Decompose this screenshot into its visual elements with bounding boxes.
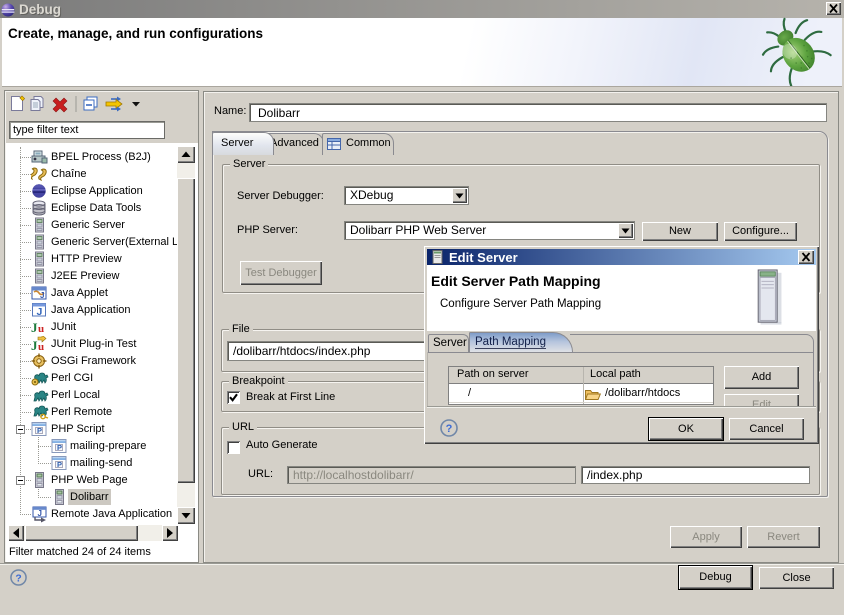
svg-text:P: P xyxy=(57,460,62,469)
svg-text:u: u xyxy=(38,341,44,352)
svg-text:?: ? xyxy=(446,423,453,435)
svg-text:P: P xyxy=(37,426,42,435)
svg-text:u: u xyxy=(38,323,44,335)
svg-text:J: J xyxy=(31,338,38,352)
svg-text:J: J xyxy=(31,320,38,335)
svg-text:?: ? xyxy=(15,573,21,584)
svg-text:P: P xyxy=(57,443,62,452)
svg-text:J: J xyxy=(38,509,42,518)
svg-text:J: J xyxy=(40,291,44,300)
svg-text:J: J xyxy=(37,306,43,318)
